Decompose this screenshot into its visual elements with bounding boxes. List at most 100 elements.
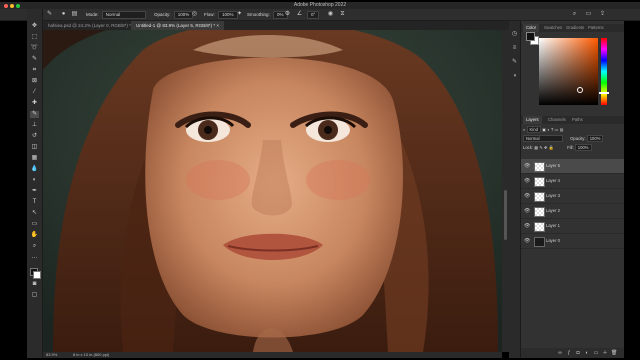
brush-panel-icon[interactable]: ✎ xyxy=(511,59,518,66)
layer-row-1[interactable]: 👁 Layer 1 xyxy=(521,219,625,234)
brush-tool-icon[interactable]: ✎ xyxy=(30,111,39,118)
more-tools-icon[interactable]: … xyxy=(30,254,39,261)
history-brush-tool-icon[interactable]: ↺ xyxy=(30,133,39,140)
adjustments-panel-icon[interactable]: ◑ xyxy=(511,73,518,80)
healing-tool-icon[interactable]: ✚ xyxy=(30,100,39,107)
color-field[interactable] xyxy=(539,38,598,105)
tab-paths[interactable]: Paths xyxy=(569,116,586,124)
tab-swatches[interactable]: Swatches xyxy=(541,24,565,32)
layer-row-2[interactable]: 👁 Layer 2 xyxy=(521,204,625,219)
background-color-swatch[interactable] xyxy=(33,271,41,279)
foreground-color-chip[interactable] xyxy=(526,32,535,41)
flow-input[interactable]: 100% xyxy=(218,10,238,19)
visibility-eye-icon[interactable]: 👁 xyxy=(524,174,530,188)
brush-preset-icon[interactable]: ● xyxy=(60,11,67,18)
layer-name[interactable]: Layer 6 xyxy=(546,159,560,173)
add-mask-icon[interactable]: ◘ xyxy=(575,350,581,356)
visibility-eye-icon[interactable]: 👁 xyxy=(524,204,530,218)
tab-color[interactable]: Color xyxy=(523,24,540,32)
type-tool-icon[interactable]: T xyxy=(30,199,39,206)
layer-row-4[interactable]: 👁 Layer 4 xyxy=(521,174,625,189)
tab-layers[interactable]: Layers xyxy=(523,116,542,124)
quick-mask-icon[interactable]: ◙ xyxy=(30,281,39,288)
gradient-tool-icon[interactable]: ▦ xyxy=(30,155,39,162)
tab-channels[interactable]: Channels xyxy=(545,116,569,124)
pen-tool-icon[interactable]: ✒ xyxy=(30,188,39,195)
layer-name[interactable]: Layer 2 xyxy=(546,204,560,218)
kind-filter-select[interactable]: Kind xyxy=(526,126,541,134)
layer-row-3[interactable]: 👁 Layer 3 xyxy=(521,189,625,204)
layer-opacity-input[interactable]: 100% xyxy=(586,135,604,143)
pressure-size-icon[interactable]: ◉ xyxy=(327,11,334,18)
properties-panel-icon[interactable]: ≡ xyxy=(511,45,518,52)
layer-style-icon[interactable]: ƒ xyxy=(566,350,572,356)
layer-thumbnail xyxy=(534,177,545,187)
options-bar: ⌂ ✎ ● ▤ Mode: Normal Opacity: 100% ◎ Flo… xyxy=(0,9,640,21)
history-panel-icon[interactable]: ◷ xyxy=(511,31,518,38)
hue-slider-handle[interactable] xyxy=(599,92,609,94)
brush-tool-icon[interactable]: ✎ xyxy=(46,11,53,18)
layer-thumbnail xyxy=(534,222,545,232)
shape-tool-icon[interactable]: ▭ xyxy=(30,221,39,228)
delete-layer-icon[interactable]: 🗑 xyxy=(611,350,617,356)
visibility-eye-icon[interactable]: 👁 xyxy=(524,219,530,233)
lock-pixels-icon[interactable]: ▦ xyxy=(534,145,538,150)
tab-hafsiea[interactable]: hafsiea.psd @ 24.2% (Layer 0, RGB/8*) * … xyxy=(43,21,140,30)
layer-name[interactable]: Layer 1 xyxy=(546,219,560,233)
vertical-scrollbar[interactable] xyxy=(502,30,509,352)
blur-tool-icon[interactable]: 💧 xyxy=(30,166,39,173)
filter-smart-object-icon[interactable]: ▤ xyxy=(560,127,564,132)
lock-position-icon[interactable]: ✥ xyxy=(544,145,548,150)
visibility-eye-icon[interactable]: 👁 xyxy=(524,189,530,203)
workspace-icon[interactable]: ▭ xyxy=(585,11,592,18)
filter-row: ⌕ Kind ▣ ◐ T ▭ ▤ xyxy=(523,126,564,134)
mode-select[interactable]: Normal xyxy=(101,10,146,19)
close-tab-icon[interactable]: × xyxy=(216,23,219,28)
document-canvas[interactable] xyxy=(43,30,502,352)
tab-patterns[interactable]: Patterns xyxy=(585,24,607,32)
new-group-icon[interactable]: ▭ xyxy=(593,350,599,356)
angle-input[interactable]: 0° xyxy=(307,10,320,19)
zoom-tool-icon[interactable]: ⌕ xyxy=(30,243,39,250)
layer-name[interactable]: Layer 4 xyxy=(546,174,560,188)
lasso-tool-icon[interactable]: ➰ xyxy=(30,45,39,52)
crop-tool-icon[interactable]: ⌗ xyxy=(30,67,39,74)
pressure-opacity-icon[interactable]: ◎ xyxy=(191,11,198,18)
lock-all-icon[interactable]: 🔒 xyxy=(549,145,554,150)
layer-name[interactable]: Layer 3 xyxy=(546,189,560,203)
move-tool-icon[interactable]: ✥ xyxy=(30,23,39,30)
marquee-tool-icon[interactable]: ⬚ xyxy=(30,34,39,41)
share-icon[interactable]: ⇪ xyxy=(599,11,606,18)
scrollbar-thumb[interactable] xyxy=(504,190,507,240)
lock-paint-icon[interactable]: ✎ xyxy=(539,145,543,150)
new-layer-icon[interactable]: ＋ xyxy=(602,350,608,356)
search-icon[interactable]: ⌕ xyxy=(571,11,578,18)
adjustment-layer-icon[interactable]: ◐ xyxy=(584,350,590,356)
eraser-tool-icon[interactable]: ◫ xyxy=(30,144,39,151)
brush-settings-icon[interactable]: ▤ xyxy=(71,11,78,18)
color-picker-ring[interactable] xyxy=(577,87,583,93)
hue-slider[interactable] xyxy=(601,38,607,105)
path-select-tool-icon[interactable]: ↖ xyxy=(30,210,39,217)
layer-name[interactable]: Layer 0 xyxy=(546,234,560,248)
layer-row-6[interactable]: 👁 Layer 6 xyxy=(521,159,625,174)
screen-mode-icon[interactable]: ▢ xyxy=(30,292,39,299)
layer-row-0[interactable]: 👁 Layer 0 xyxy=(521,234,625,249)
hand-tool-icon[interactable]: ✋ xyxy=(30,232,39,239)
eyedropper-tool-icon[interactable]: ⁄ xyxy=(30,89,39,96)
smoothing-settings-icon[interactable]: ⚙ xyxy=(284,11,291,18)
visibility-eye-icon[interactable]: 👁 xyxy=(524,159,530,173)
clone-stamp-tool-icon[interactable]: ⊥ xyxy=(30,122,39,129)
visibility-eye-icon[interactable]: 👁 xyxy=(524,234,530,248)
mode-label: Mode: xyxy=(86,12,99,17)
tab-untitled-1[interactable]: Untitled-1 @ 83.9% (Layer 5, RGB/8*) * × xyxy=(131,21,225,30)
fill-input[interactable]: 100% xyxy=(574,144,592,152)
tab-gradients[interactable]: Gradients xyxy=(563,24,587,32)
quick-select-tool-icon[interactable]: ✎ xyxy=(30,56,39,63)
frame-tool-icon[interactable]: ⊠ xyxy=(30,78,39,85)
link-layers-icon[interactable]: ∞ xyxy=(557,350,563,356)
airbrush-icon[interactable]: ✦ xyxy=(236,11,243,18)
dodge-tool-icon[interactable]: ◐ xyxy=(30,177,39,184)
blend-mode-select[interactable]: Normal xyxy=(523,135,563,143)
symmetry-icon[interactable]: ⧖ xyxy=(339,11,346,18)
